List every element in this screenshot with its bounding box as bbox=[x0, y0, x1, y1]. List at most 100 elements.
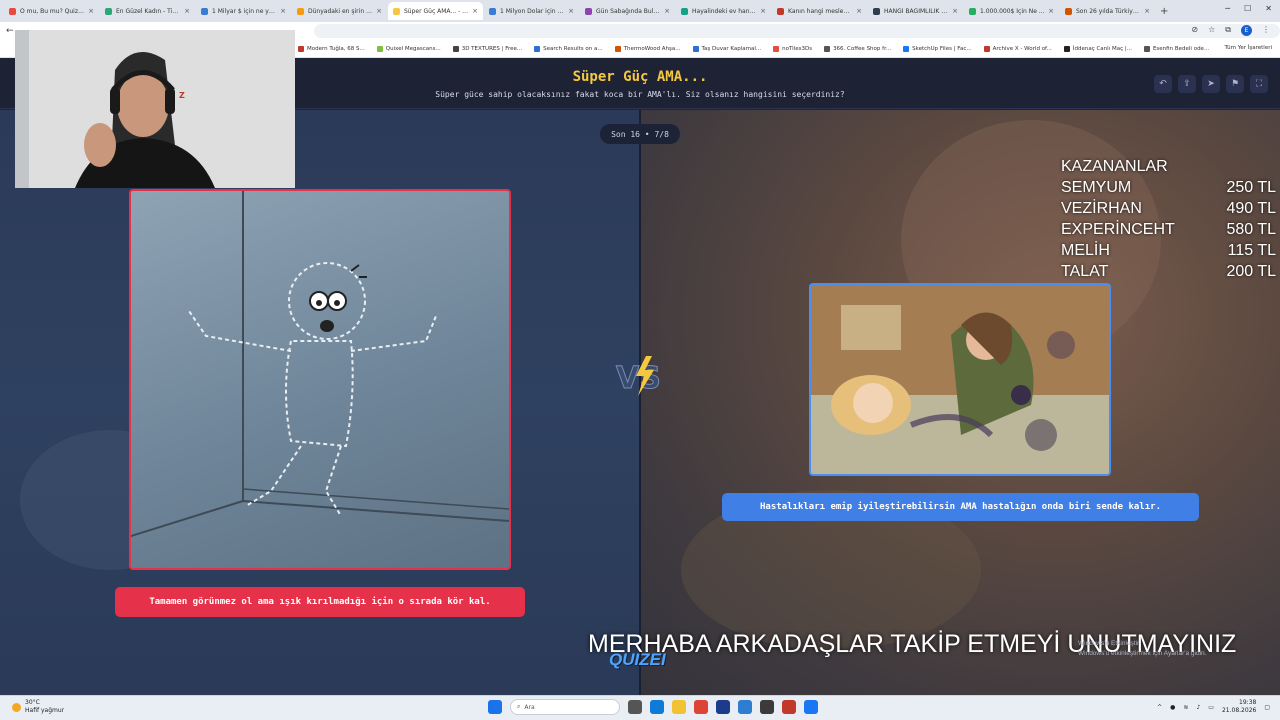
close-tab-icon[interactable]: × bbox=[88, 7, 94, 15]
close-tab-icon[interactable]: × bbox=[376, 7, 382, 15]
eye-off-icon[interactable]: ⊘ bbox=[1191, 25, 1198, 36]
browser-menu-icon[interactable]: ⋮ bbox=[1262, 25, 1270, 36]
close-tab-icon[interactable]: × bbox=[472, 7, 478, 15]
bookmark-favicon-icon bbox=[376, 45, 383, 52]
battery-icon[interactable]: ▭ bbox=[1208, 704, 1214, 711]
back-icon[interactable]: ← bbox=[6, 26, 14, 36]
system-tray: ^ ● ≋ ♪ ▭ 19:38 21.08.2026 ▢ bbox=[1157, 699, 1270, 715]
tab-label: O mu, Bu mu? Quizler! bbox=[20, 7, 86, 15]
healer-illustration bbox=[811, 285, 1109, 474]
winner-row: EXPERİNCEHT 580 TL bbox=[1061, 219, 1276, 240]
bookmark-label: 366. Coffee Shop fr... bbox=[833, 45, 892, 52]
fullscreen-icon[interactable]: ⛶ bbox=[1250, 75, 1268, 93]
chevron-up-icon[interactable]: ^ bbox=[1157, 704, 1162, 711]
bookmark-item[interactable]: ThermoWood Ahşa... bbox=[614, 45, 681, 52]
chrome-icon[interactable] bbox=[694, 700, 708, 714]
bookmark-favicon-icon bbox=[452, 45, 459, 52]
task-view-icon[interactable] bbox=[628, 700, 642, 714]
bookmark-item[interactable]: noTiles3Ds bbox=[773, 45, 812, 52]
browser-tab[interactable]: 1.000.000$ İçin Ne Yap...× bbox=[964, 2, 1059, 20]
taskbar-clock[interactable]: 19:38 21.08.2026 bbox=[1222, 699, 1256, 715]
app-icon[interactable] bbox=[738, 700, 752, 714]
windows-activation-watermark: Windows'u Etkinleştir Windows'u etkinleş… bbox=[1078, 639, 1278, 659]
bookmark-item[interactable]: Modern Tuğla, 68 S... bbox=[298, 45, 365, 52]
taskbar-search[interactable]: ⌕ Ara bbox=[510, 699, 620, 715]
bookmark-item[interactable]: 366. Coffee Shop fr... bbox=[824, 45, 892, 52]
close-tab-icon[interactable]: × bbox=[1048, 7, 1054, 15]
browser-tab[interactable]: Son 26 yılda Türkiye'yi...× bbox=[1060, 2, 1155, 20]
bookmark-label: Modern Tuğla, 68 S... bbox=[307, 45, 365, 52]
option-right-image[interactable] bbox=[809, 283, 1111, 476]
notification-icon[interactable]: ▢ bbox=[1264, 704, 1270, 711]
browser-tab[interactable]: HANGİ BAĞIMLILIK ES... × bbox=[868, 2, 963, 20]
bookmark-item[interactable]: 3D TEXTURES | Free... bbox=[452, 45, 522, 52]
bookmark-item[interactable]: Quixel Megascans... bbox=[376, 45, 441, 52]
svg-text:Z: Z bbox=[179, 91, 185, 100]
option-left-image[interactable] bbox=[129, 189, 511, 570]
edge-icon[interactable] bbox=[650, 700, 664, 714]
browser-tab[interactable]: En Güzel Kadın - Tier ... × bbox=[100, 2, 195, 20]
all-bookmarks-link[interactable]: Tüm Yer İşaretleri bbox=[1225, 45, 1272, 51]
bookmark-favicon-icon bbox=[903, 45, 910, 52]
close-tab-icon[interactable]: × bbox=[856, 7, 862, 15]
maximize-icon[interactable]: ☐ bbox=[1244, 4, 1251, 13]
browser-tab[interactable]: Hayalindeki ev hangis... × bbox=[676, 2, 771, 20]
winner-amount: 250 TL bbox=[1226, 179, 1276, 196]
browser-tab[interactable]: Süper Güç AMA... - Tie...× bbox=[388, 2, 483, 20]
app-icon[interactable] bbox=[804, 700, 818, 714]
wifi-icon[interactable]: ≋ bbox=[1183, 704, 1188, 711]
browser-tab[interactable]: 1 Milyar $ için ne yapar...× bbox=[196, 2, 291, 20]
bookmark-item[interactable]: Esenfin Bedeli ode... bbox=[1143, 45, 1209, 52]
weather-icon bbox=[12, 702, 21, 712]
flag-icon[interactable]: ⚑ bbox=[1226, 75, 1244, 93]
browser-tab[interactable]: Gün Sabağında Bulunc...× bbox=[580, 2, 675, 20]
weather-widget[interactable]: 30°C Hafif yağmur bbox=[12, 699, 64, 715]
winner-amount: 490 TL bbox=[1226, 200, 1276, 217]
undo-icon[interactable]: ↶ bbox=[1154, 75, 1172, 93]
bookmark-item[interactable]: İddenaç Canlı Maç |... bbox=[1063, 45, 1132, 52]
bookmark-item[interactable]: SketchUp Files | Fac... bbox=[903, 45, 972, 52]
screen: O mu, Bu mu? Quizler! × En Güzel Kadın - T… bbox=[0, 0, 1280, 720]
browser-tab[interactable]: 1 Milyon Dolar için Ne... × bbox=[484, 2, 579, 20]
option-left-label[interactable]: Tamamen görünmez ol ama ışık kırılmadığı… bbox=[115, 587, 525, 617]
close-tab-icon[interactable]: × bbox=[1144, 7, 1150, 15]
bookmark-item[interactable]: Taş Duvar Kaplamal... bbox=[692, 45, 761, 52]
bookmark-item[interactable]: Search Results on a... bbox=[534, 45, 603, 52]
browser-tab[interactable]: Kanın hangi mesleği ya...× bbox=[772, 2, 867, 20]
search-icon: ⌕ bbox=[517, 703, 521, 710]
bookmark-item[interactable]: Archive X - World of... bbox=[983, 45, 1052, 52]
volume-icon[interactable]: ♪ bbox=[1196, 704, 1200, 711]
close-tab-icon[interactable]: × bbox=[760, 7, 766, 15]
close-tab-icon[interactable]: × bbox=[184, 7, 190, 15]
photoshop-icon[interactable] bbox=[716, 700, 730, 714]
minimize-icon[interactable]: ─ bbox=[1225, 4, 1230, 13]
app-icon[interactable] bbox=[782, 700, 796, 714]
option-right-label[interactable]: Hastalıkları emip iyileştirebilirsin AMA… bbox=[722, 493, 1199, 521]
close-tab-icon[interactable]: × bbox=[952, 7, 958, 15]
header-actions: ↶ ⇪ ➤ ⚑ ⛶ bbox=[1154, 75, 1268, 93]
send-icon[interactable]: ➤ bbox=[1202, 75, 1220, 93]
bookmark-star-icon[interactable]: ☆ bbox=[1208, 25, 1215, 36]
start-icon[interactable] bbox=[488, 700, 502, 714]
close-tab-icon[interactable]: × bbox=[280, 7, 286, 15]
webcam-overlay: Z bbox=[15, 30, 295, 188]
browser-tab-strip: O mu, Bu mu? Quizler! × En Güzel Kadın - T… bbox=[0, 0, 1280, 22]
winner-row: MELİH 115 TL bbox=[1061, 240, 1276, 261]
tab-favicon-icon bbox=[297, 7, 304, 15]
new-tab-button[interactable]: + bbox=[1160, 6, 1168, 17]
browser-tab[interactable]: Dünyadaki en şirin Ka... × bbox=[292, 2, 387, 20]
tab-favicon-icon bbox=[777, 7, 784, 15]
share-icon[interactable]: ⇪ bbox=[1178, 75, 1196, 93]
close-tab-icon[interactable]: × bbox=[664, 7, 670, 15]
file-explorer-icon[interactable] bbox=[672, 700, 686, 714]
tab-favicon-icon bbox=[9, 7, 16, 15]
close-window-icon[interactable]: ✕ bbox=[1265, 4, 1272, 13]
extensions-icon[interactable]: ⧉ bbox=[1225, 25, 1231, 36]
url-input[interactable] bbox=[313, 24, 1280, 38]
app-icon[interactable] bbox=[760, 700, 774, 714]
close-tab-icon[interactable]: × bbox=[568, 7, 574, 15]
clock-time: 19:38 bbox=[1239, 699, 1257, 706]
browser-tab[interactable]: O mu, Bu mu? Quizler! × bbox=[4, 2, 99, 20]
profile-avatar[interactable]: E bbox=[1241, 25, 1252, 36]
microphone-icon[interactable]: ● bbox=[1170, 704, 1175, 711]
